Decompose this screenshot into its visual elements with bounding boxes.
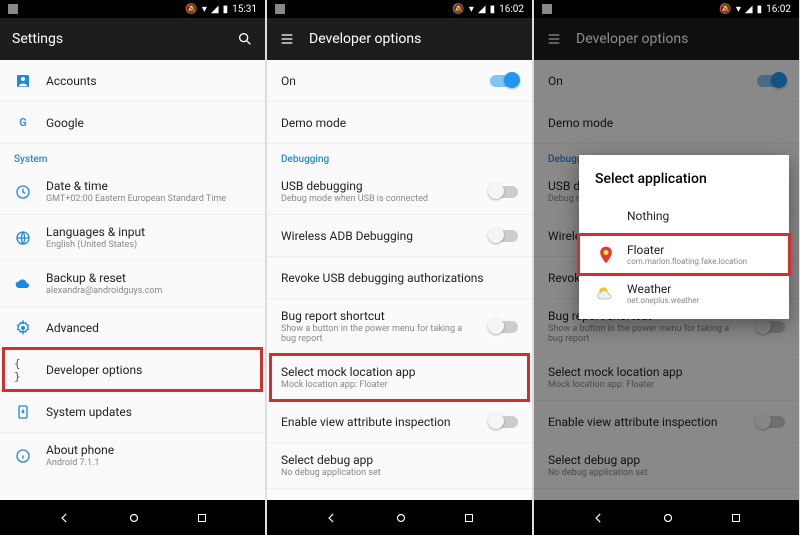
settings-list: Accounts G Google System Date & timeGMT+… [0, 60, 265, 500]
home-icon[interactable] [394, 511, 408, 525]
row-usb-debugging[interactable]: USB debuggingDebug mode when USB is conn… [267, 169, 532, 215]
silent-icon: 🔕 [719, 4, 731, 15]
row-revoke-usb[interactable]: Revoke USB debugging authorizations [267, 257, 532, 299]
row-label: Google [46, 116, 251, 130]
braces-icon: { } [14, 361, 32, 379]
clock-icon [14, 183, 32, 201]
dev-list: On Demo mode Debugging USB debuggingDebu… [267, 60, 532, 500]
row-wireless-adb[interactable]: Wireless ADB Debugging [267, 215, 532, 257]
row-advanced[interactable]: Advanced [0, 307, 265, 349]
row-system-updates[interactable]: System updates [0, 391, 265, 433]
back-icon[interactable] [58, 511, 72, 525]
row-select-debug-app[interactable]: Select debug appNo debug application set [267, 443, 532, 489]
row-accounts[interactable]: Accounts [0, 60, 265, 102]
status-bar: 🔕 ▾ ◢ ▮ 15:31 [0, 0, 265, 18]
signal-icon: ◢ [478, 4, 486, 15]
switch-off[interactable] [490, 416, 518, 428]
back-icon[interactable] [592, 511, 606, 525]
signal-icon: ◢ [211, 4, 219, 15]
status-bar: 🔕 ▾ ◢ ▮ 16:02 [267, 0, 532, 18]
back-icon[interactable] [325, 511, 339, 525]
row-backup[interactable]: Backup & resetalexandra@androidguys.com [0, 261, 265, 307]
app-bar: Developer options [267, 18, 532, 60]
row-google[interactable]: G Google [0, 102, 265, 144]
wifi-icon: ▾ [202, 4, 207, 15]
menu-icon[interactable] [279, 31, 295, 47]
row-languages[interactable]: Languages & inputEnglish (United States) [0, 215, 265, 261]
floater-app-icon [595, 244, 617, 266]
row-view-attribute[interactable]: Enable view attribute inspection [267, 401, 532, 443]
battery-icon: ▮ [490, 4, 496, 15]
switch-off[interactable] [490, 321, 518, 333]
row-date-time[interactable]: Date & timeGMT+02:00 Eastern European St… [0, 169, 265, 215]
row-label: Accounts [46, 74, 251, 88]
row-bug-report[interactable]: Bug report shortcutShow a button in the … [267, 299, 532, 355]
row-developer-options[interactable]: { } Developer options [0, 349, 265, 391]
silent-icon: 🔕 [185, 4, 197, 15]
recents-icon[interactable] [196, 512, 208, 524]
recents-icon[interactable] [463, 512, 475, 524]
recents-icon[interactable] [730, 512, 742, 524]
wifi-icon: ▾ [469, 4, 474, 15]
section-system: System [0, 144, 265, 169]
gallery-icon [275, 4, 285, 14]
status-time: 15:31 [232, 4, 257, 15]
status-bar: 🔕 ▾ ◢ ▮ 16:02 [534, 0, 799, 18]
signal-icon: ◢ [745, 4, 753, 15]
dialog-title: Select application [579, 167, 789, 197]
app-bar: Settings [0, 18, 265, 60]
page-title: Developer options [309, 31, 520, 47]
silent-icon: 🔕 [452, 4, 464, 15]
panel-dev-options-dialog: 🔕 ▾ ◢ ▮ 16:02 Developer options On Demo … [534, 0, 799, 535]
globe-icon [14, 229, 32, 247]
dialog-option-nothing[interactable]: Nothing [579, 197, 789, 235]
row-demo-mode[interactable]: Demo mode [267, 102, 532, 144]
switch-off[interactable] [490, 186, 518, 198]
battery-icon: ▮ [757, 4, 763, 15]
panel-settings: 🔕 ▾ ◢ ▮ 15:31 Settings Accounts G Google… [0, 0, 265, 535]
dialog-option-floater[interactable]: Floatercom.marlon.floating.fake.location [579, 235, 789, 274]
gallery-icon [8, 4, 18, 14]
accounts-icon [14, 72, 32, 90]
info-icon [14, 447, 32, 465]
switch-on[interactable] [490, 75, 518, 87]
section-debugging: Debugging [267, 144, 532, 169]
update-icon [14, 403, 32, 421]
row-wait-debugger: Wait for debuggerDebugged application wa… [267, 489, 532, 500]
panel-dev-options: 🔕 ▾ ◢ ▮ 16:02 Developer options On Demo … [267, 0, 532, 535]
nav-bar [0, 500, 265, 535]
page-title: Settings [12, 31, 223, 47]
nav-bar [267, 500, 532, 535]
row-master-switch[interactable]: On [267, 60, 532, 102]
select-application-dialog: Select application Nothing Floatercom.ma… [579, 155, 789, 319]
home-icon[interactable] [127, 511, 141, 525]
cloud-icon [14, 275, 32, 293]
search-icon[interactable] [237, 31, 253, 47]
gear-icon [14, 319, 32, 337]
row-about-phone[interactable]: About phoneAndroid 7.1.1 [0, 433, 265, 478]
status-time: 16:02 [499, 4, 524, 15]
status-time: 16:02 [766, 4, 791, 15]
battery-icon: ▮ [223, 4, 229, 15]
gallery-icon [542, 4, 552, 14]
weather-app-icon [595, 283, 617, 305]
dialog-option-weather[interactable]: Weathernet.oneplus.weather [579, 274, 789, 313]
google-icon: G [14, 114, 32, 132]
wifi-icon: ▾ [736, 4, 741, 15]
nav-bar [534, 500, 799, 535]
home-icon[interactable] [661, 511, 675, 525]
row-mock-location[interactable]: Select mock location appMock location ap… [267, 355, 532, 401]
switch-off[interactable] [490, 230, 518, 242]
